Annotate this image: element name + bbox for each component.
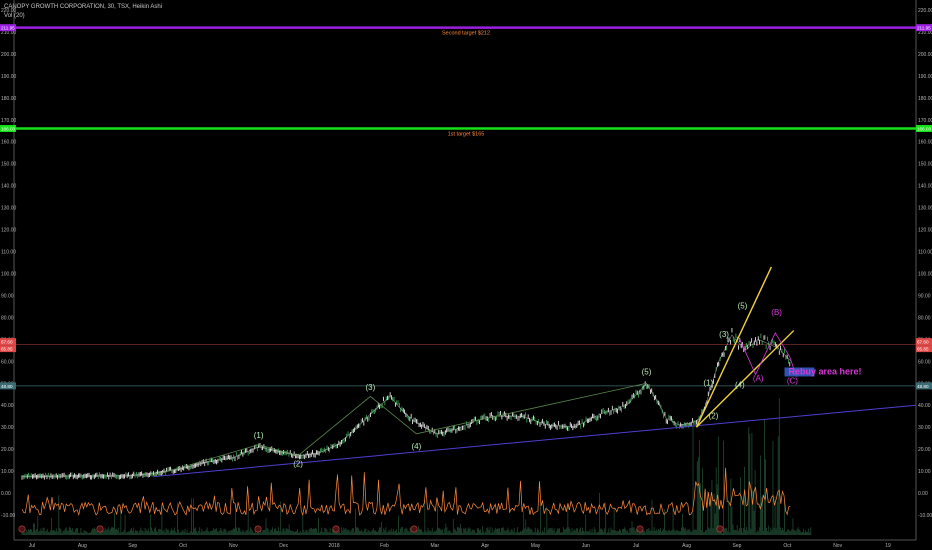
y-tick-label-left: 60.00: [1, 359, 14, 365]
wedge-upper-line: [695, 266, 773, 428]
price-badge-label: 67.60: [1, 340, 13, 345]
y-tick-label-right: 140.00: [918, 184, 932, 190]
y-tick-label-right: 110.00: [918, 250, 932, 256]
y-tick-label-right: 150.00: [918, 162, 932, 168]
price-badge-label: 67.60: [917, 340, 929, 345]
y-tick-label-right: 40.00: [918, 403, 931, 409]
price-badge-label: 166.03: [1, 126, 15, 131]
y-tick-label-left: 130.00: [1, 206, 17, 212]
price-badge-label: 65.85: [917, 347, 929, 352]
y-tick-label-left: 10.00: [1, 469, 14, 475]
rebuy-annotation: Rebuy area here!: [788, 366, 861, 376]
y-tick-label-left: 140.00: [1, 184, 17, 190]
x-tick-label: Aug: [682, 543, 691, 549]
y-tick-label-right: 120.00: [918, 228, 932, 234]
y-tick-label-left: 180.00: [1, 96, 17, 102]
x-tick-label: Nov: [229, 543, 238, 549]
y-tick-label-right: 180.00: [918, 96, 932, 102]
price-badge-label: 48.80: [917, 384, 929, 389]
price-line: [21, 334, 792, 477]
y-tick-label-right: 80.00: [918, 315, 931, 321]
wave-label: (4): [412, 442, 422, 451]
wave-label: (1): [254, 431, 264, 440]
event-marker-icon: [410, 525, 418, 533]
y-tick-label-right: 160.00: [918, 140, 932, 146]
x-tick-label: 2018: [329, 543, 340, 549]
event-marker-icon: [636, 525, 644, 533]
wave-label: (3): [719, 330, 729, 339]
event-marker-icon: [716, 525, 724, 533]
y-tick-label-right: -10.00: [918, 513, 932, 519]
y-tick-label-right: 200.00: [918, 52, 932, 58]
y-tick-label-right: 170.00: [918, 118, 932, 124]
x-tick-label: Mar: [431, 543, 440, 549]
y-tick-label-left: 220.00: [1, 8, 17, 14]
event-marker-icon: [96, 525, 104, 533]
y-tick-label-left: 110.00: [1, 250, 16, 256]
x-tick-label: Sep: [732, 543, 741, 549]
wave-label: (2): [293, 460, 303, 469]
x-tick-label: Dec: [279, 543, 288, 549]
y-tick-label-left: 170.00: [1, 118, 17, 124]
y-tick-label-left: 80.00: [1, 315, 14, 321]
wave-label: (5): [738, 302, 748, 311]
y-tick-label-right: 220.00: [918, 8, 932, 14]
wave-label: (2): [709, 411, 719, 420]
y-tick-label-left: 200.00: [1, 52, 17, 58]
y-tick-label-right: 90.00: [918, 293, 931, 299]
x-tick-label: Feb: [380, 543, 389, 549]
price-chart[interactable]: 220.00 220.00210.00 210.00200.00 200.00190.…: [0, 0, 932, 550]
wave-label: (5): [642, 367, 652, 376]
x-tick-label: 19: [885, 543, 891, 549]
hline-label: 1st target $165: [448, 131, 485, 137]
y-tick-label-left: 120.00: [1, 228, 17, 234]
y-tick-label-right: 10.00: [918, 469, 931, 475]
x-tick-label: Oct: [179, 543, 187, 549]
price-badge-label: 48.80: [1, 384, 13, 389]
hline-label: Second target $212: [442, 31, 490, 37]
y-tick-label-left: 150.00: [1, 162, 17, 168]
event-marker-icon: [18, 525, 26, 533]
correction-label: (C): [787, 376, 798, 385]
x-tick-label: Nov: [833, 543, 842, 549]
wave-label: (3): [366, 383, 376, 392]
x-tick-label: Aug: [78, 543, 87, 549]
price-badge-label: 211.95: [917, 26, 931, 31]
y-tick-label-right: 190.00: [918, 74, 932, 80]
y-tick-label-right: 30.00: [918, 425, 931, 431]
y-tick-label-right: 20.00: [918, 447, 931, 453]
x-tick-label: Jun: [582, 543, 590, 549]
price-badge-label: 211.95: [1, 26, 15, 31]
y-tick-label-left: -10.00: [1, 513, 15, 519]
y-tick-label-left: 190.00: [1, 74, 17, 80]
long-term-trendline: [153, 404, 917, 478]
y-tick-label-left: 100.00: [1, 271, 17, 277]
event-marker-icon: [254, 525, 262, 533]
y-tick-label-left: 0.00: [1, 491, 11, 497]
y-tick-label-left: 30.00: [1, 425, 14, 431]
x-tick-label: Apr: [481, 543, 489, 549]
price-badge-label: 65.85: [1, 347, 13, 352]
price-badge-label: 166.03: [917, 126, 931, 131]
y-tick-label-left: 160.00: [1, 140, 17, 146]
y-tick-label-right: 0.00: [918, 491, 928, 497]
x-tick-label: Sep: [128, 543, 137, 549]
x-tick-label: Jul: [633, 543, 639, 549]
wave-label: (1): [703, 378, 713, 387]
event-marker-icon: [332, 525, 340, 533]
y-tick-label-left: 20.00: [1, 447, 14, 453]
y-tick-label-right: 100.00: [918, 271, 932, 277]
y-tick-label-left: 40.00: [1, 403, 14, 409]
x-tick-label: May: [531, 543, 541, 549]
correction-label: (B): [771, 308, 782, 317]
x-tick-label: Jul: [29, 543, 35, 549]
y-tick-label-left: 90.00: [1, 293, 14, 299]
correction-label: (A): [753, 374, 764, 383]
y-tick-label-right: 60.00: [918, 359, 931, 365]
y-tick-label-right: 130.00: [918, 206, 932, 212]
x-tick-label: Oct: [783, 543, 791, 549]
wave-label: (4): [735, 381, 745, 390]
